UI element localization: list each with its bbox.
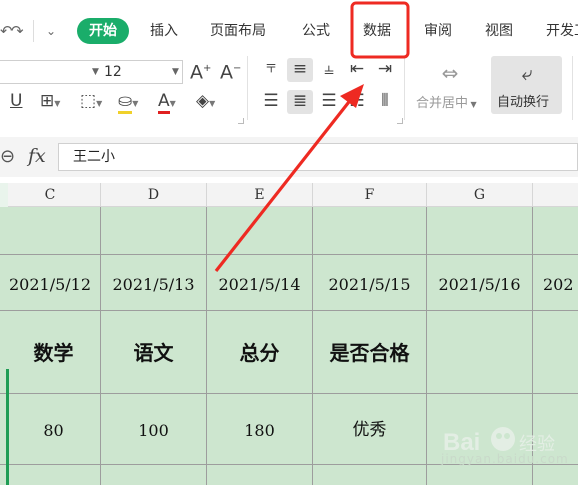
menu-divider: [33, 20, 34, 42]
selection-edge: [0, 183, 9, 485]
date-cell[interactable]: 2021/5/12: [0, 275, 100, 295]
grid-line: [0, 254, 578, 255]
font-size-value: 12: [104, 64, 122, 80]
column-header-f[interactable]: F: [313, 183, 427, 207]
column-header-h[interactable]: [533, 183, 578, 207]
cell-style-icon[interactable]: ⬚▼: [80, 90, 102, 115]
merge-center-label: 合并居中: [416, 96, 469, 111]
merge-center-button[interactable]: 合并居中 ▼: [416, 96, 477, 113]
align-middle-icon[interactable]: ≡: [287, 58, 313, 82]
chevron-down-icon[interactable]: ⌄: [46, 22, 56, 40]
date-cell[interactable]: 2021/5/14: [207, 275, 312, 295]
wrap-text-button[interactable]: ⤶ 自动换行: [491, 56, 562, 114]
increase-font-icon[interactable]: A+: [190, 58, 211, 83]
grid-line: [0, 393, 578, 394]
selected-column-marker: [0, 183, 8, 207]
redo-icon[interactable]: ↷: [11, 22, 24, 40]
align-left-icon[interactable]: ☰: [260, 90, 282, 112]
tab-developer[interactable]: 开发工: [546, 22, 578, 40]
value-cell-math[interactable]: 80: [0, 421, 107, 441]
value-cell-pass[interactable]: 优秀: [313, 419, 426, 441]
tab-data[interactable]: 数据: [363, 22, 391, 40]
column-header-d[interactable]: D: [101, 183, 207, 207]
tab-review[interactable]: 审阅: [424, 22, 452, 40]
align-center-icon[interactable]: ≣: [287, 90, 313, 114]
watermark-url: jingyan.baidu.com: [441, 452, 569, 466]
header-cell-total[interactable]: 总分: [207, 340, 312, 366]
formula-input[interactable]: 王二小: [58, 143, 578, 171]
grid-line: [426, 207, 427, 485]
align-group-corner[interactable]: [397, 118, 403, 124]
fx-icon[interactable]: fx: [28, 145, 46, 167]
fill-color-icon[interactable]: ⛀▼: [118, 90, 138, 115]
clear-format-icon[interactable]: ◈▼: [196, 90, 215, 115]
tab-formulas[interactable]: 公式: [302, 22, 330, 40]
formula-bar: ⊖ fx 王二小: [0, 137, 578, 177]
ribbon: ▼ 12 ▼ A+ A− U ⊞▼ ⬚▼ ⛀▼ A▼ ◈▼ ⫧ ≡ ⫨ ⇤ ⇥ …: [0, 52, 578, 128]
header-cell-math[interactable]: 数学: [0, 340, 107, 366]
header-cell-chinese[interactable]: 语文: [101, 340, 206, 366]
ribbon-divider: [247, 56, 248, 120]
distributed-icon[interactable]: ⫴: [374, 90, 396, 112]
align-right-icon[interactable]: ☰: [318, 90, 340, 112]
tab-page-layout[interactable]: 页面布局: [210, 22, 266, 40]
date-cell[interactable]: 2021/5/15: [313, 275, 426, 295]
tab-view[interactable]: 视图: [485, 22, 513, 40]
grid-line: [0, 310, 578, 311]
justify-icon[interactable]: ☷: [346, 90, 368, 112]
tab-home[interactable]: 开始: [77, 18, 129, 44]
underline-icon[interactable]: U: [10, 90, 22, 112]
decrease-font-icon[interactable]: A−: [220, 58, 241, 83]
font-color-icon[interactable]: A▼: [158, 90, 176, 115]
merge-cells-icon[interactable]: ⇔: [432, 62, 468, 84]
menu-bar: ↶ ↷ ⌄ 开始 插入 页面布局 公式 数据 审阅 视图 开发工: [0, 0, 578, 60]
font-family-dropdown-icon[interactable]: ▼: [92, 61, 99, 83]
border-icon[interactable]: ⊞▼: [40, 90, 60, 115]
ribbon-divider: [572, 56, 573, 120]
wrap-text-label: 自动换行: [497, 95, 550, 110]
column-header-c[interactable]: C: [0, 183, 101, 207]
header-cell-pass[interactable]: 是否合格: [313, 340, 426, 366]
date-cell[interactable]: 202: [543, 275, 578, 295]
column-header-e[interactable]: E: [207, 183, 313, 207]
font-size-dropdown-icon[interactable]: ▼: [172, 61, 179, 83]
value-cell-total[interactable]: 180: [207, 421, 312, 441]
column-header-g[interactable]: G: [427, 183, 533, 207]
indent-decrease-icon[interactable]: ⇤: [346, 58, 368, 80]
tab-insert[interactable]: 插入: [150, 22, 178, 40]
ribbon-divider: [404, 56, 405, 120]
wrap-text-icon: ⤶: [521, 61, 533, 85]
date-cell[interactable]: 2021/5/13: [101, 275, 206, 295]
indent-increase-icon[interactable]: ⇥: [374, 58, 396, 80]
font-group-corner[interactable]: [238, 118, 244, 124]
active-cell-border: [6, 369, 9, 485]
align-top-icon[interactable]: ⫧: [260, 56, 282, 78]
align-bottom-icon[interactable]: ⫨: [318, 58, 340, 80]
font-size-select[interactable]: ▼ 12 ▼: [0, 60, 183, 84]
date-cell[interactable]: 2021/5/16: [427, 275, 532, 295]
value-cell-chinese[interactable]: 100: [101, 421, 206, 441]
zoom-icon[interactable]: ⊖: [0, 146, 15, 167]
